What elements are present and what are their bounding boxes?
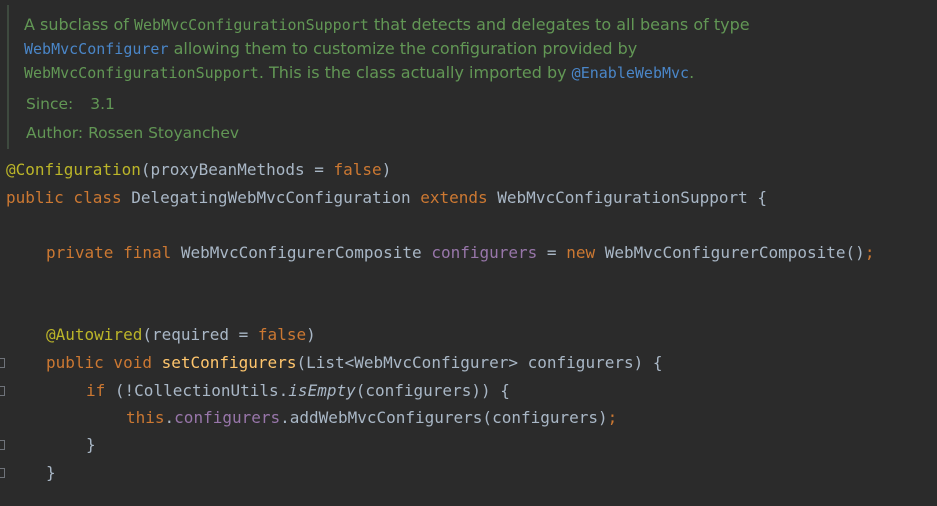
fold-marker-icon[interactable]	[0, 468, 5, 478]
code-line-3[interactable]: private final WebMvcConfigurerComposite …	[46, 242, 874, 264]
code-line-8[interactable]: }	[86, 434, 96, 456]
javadoc-code-ref: WebMvcConfigurationSupport	[133, 16, 369, 34]
since-value: 3.1	[90, 95, 115, 113]
fold-marker-icon[interactable]	[0, 440, 5, 450]
keyword: false	[333, 160, 382, 179]
keyword: private final	[46, 243, 181, 262]
field-name: configurers	[431, 243, 538, 262]
closing-brace: }	[46, 463, 56, 482]
rendered-javadoc: A subclass of WebMvcConfigurationSupport…	[0, 0, 937, 154]
javadoc-gutter-bar	[7, 5, 9, 149]
since-label: Since:	[26, 95, 74, 113]
code-text: =	[537, 243, 567, 262]
code-line-6[interactable]: if (!CollectionUtils.isEmpty(configurers…	[86, 380, 510, 402]
fold-marker-icon[interactable]	[0, 358, 5, 368]
javadoc-since: Since: 3.1	[26, 94, 115, 114]
keyword: public class	[6, 188, 132, 207]
code-line-1[interactable]: @Configuration(proxyBeanMethods = false)	[6, 159, 391, 181]
field-name: configurers	[174, 408, 281, 427]
code-text: .	[164, 408, 175, 427]
javadoc-author: Author: Rossen Stoyanchev	[26, 123, 239, 143]
code-line-4[interactable]: @Autowired(required = false)	[46, 324, 316, 346]
javadoc-line-1: A subclass of WebMvcConfigurationSupport…	[24, 15, 750, 35]
code-line-5[interactable]: public void setConfigurers(List<WebMvcCo…	[46, 352, 663, 374]
code-editor[interactable]: A subclass of WebMvcConfigurationSupport…	[0, 0, 937, 506]
javadoc-text: . This is the class actually imported by	[258, 63, 572, 82]
javadoc-link-enablewebmvc[interactable]: @EnableWebMvc	[572, 64, 689, 82]
keyword: public void	[46, 353, 162, 372]
code-text: (!CollectionUtils.	[114, 381, 289, 400]
keyword: extends	[420, 188, 498, 207]
superclass-name: WebMvcConfigurationSupport {	[497, 188, 767, 207]
javadoc-link-webmvcconfigurer[interactable]: WebMvcConfigurer	[24, 40, 169, 58]
static-method-call: isEmpty	[288, 381, 356, 400]
annotation: @Autowired	[46, 325, 143, 344]
code-text: )	[306, 325, 316, 344]
code-text: (configurers)) {	[355, 381, 510, 400]
keyword: false	[257, 325, 307, 344]
constructor-call: WebMvcConfigurerComposite()	[604, 243, 865, 262]
javadoc-line-2: WebMvcConfigurer allowing them to custom…	[24, 39, 637, 59]
method-call: .addWebMvcConfigurers(configurers)	[280, 408, 608, 427]
author-label: Author:	[26, 124, 84, 142]
javadoc-text: that detects and delegates to all beans …	[368, 15, 750, 34]
code-text: (required =	[142, 325, 258, 344]
keyword: this	[126, 408, 165, 427]
javadoc-text: allowing them to customize the configura…	[168, 39, 638, 58]
keyword: new	[566, 243, 605, 262]
javadoc-text: .	[689, 63, 695, 82]
code-line-2[interactable]: public class DelegatingWebMvcConfigurati…	[6, 187, 767, 209]
code-line-9[interactable]: }	[46, 462, 56, 484]
javadoc-code-ref: WebMvcConfigurationSupport	[24, 64, 259, 82]
code-line-7[interactable]: this.configurers.addWebMvcConfigurers(co…	[126, 407, 617, 429]
annotation: @Configuration	[6, 160, 141, 179]
fold-marker-icon[interactable]	[0, 386, 5, 396]
keyword: if	[86, 381, 115, 400]
method-name: setConfigurers	[161, 353, 297, 372]
class-name: DelegatingWebMvcConfiguration	[131, 188, 421, 207]
author-value: Rossen Stoyanchev	[88, 124, 240, 142]
code-text: (List<WebMvcConfigurer> configurers) {	[296, 353, 663, 372]
semicolon: ;	[864, 243, 875, 262]
closing-brace: }	[86, 435, 96, 454]
type-name: WebMvcConfigurerComposite	[180, 243, 432, 262]
javadoc-text: A subclass of	[24, 15, 134, 34]
code-text: (proxyBeanMethods =	[140, 160, 334, 179]
javadoc-line-3: WebMvcConfigurationSupport. This is the …	[24, 63, 694, 83]
code-text: )	[381, 160, 392, 179]
semicolon: ;	[607, 408, 618, 427]
